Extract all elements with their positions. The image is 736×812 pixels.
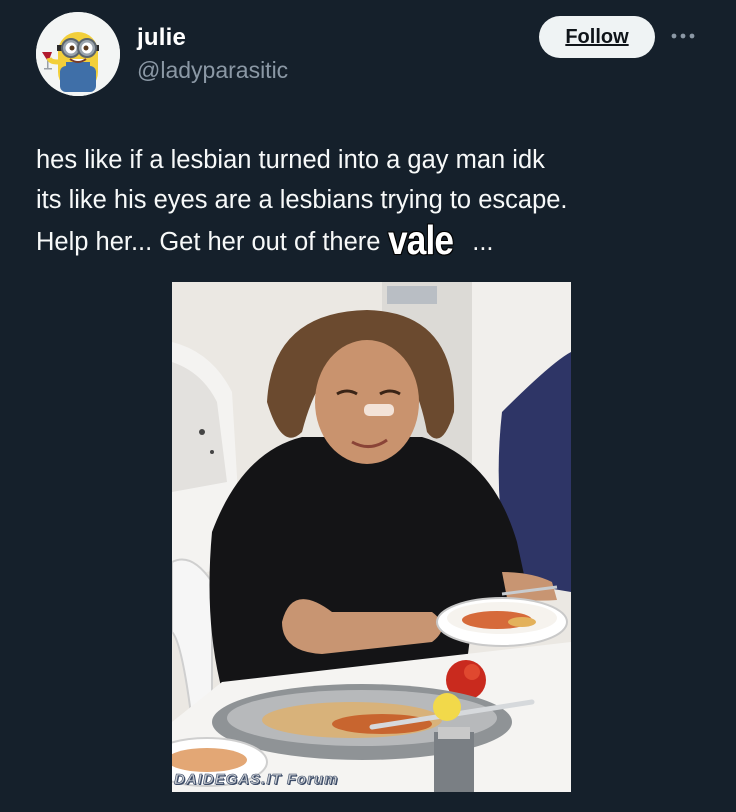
tweet-text-line: Help her... Get her out of there [36,228,381,256]
overlay-label: vale [388,217,454,263]
tweet-text-line-last: Help her... Get her out of there vale... [36,220,726,262]
more-horizontal-icon [671,33,695,39]
tweet-photo[interactable]: DAIDEGAS.IT Forum [172,282,571,792]
trailing-ellipsis: ... [472,228,494,256]
follow-button[interactable]: Follow [539,16,655,58]
tweet-text-line: its like his eyes are a lesbians trying … [36,186,568,214]
tweet-text-line: hes like if a lesbian turned into a gay … [36,146,545,174]
minion-avatar-icon [36,12,120,96]
author-display-name[interactable]: julie [137,24,186,52]
author-avatar[interactable] [36,12,120,96]
tweet-text: hes like if a lesbian turned into a gay … [36,140,726,262]
author-handle[interactable]: @ladyparasitic [137,57,288,84]
more-options-icon[interactable] [666,26,700,46]
photo-watermark: DAIDEGAS.IT Forum [174,771,339,789]
photo-illustration [172,282,571,792]
